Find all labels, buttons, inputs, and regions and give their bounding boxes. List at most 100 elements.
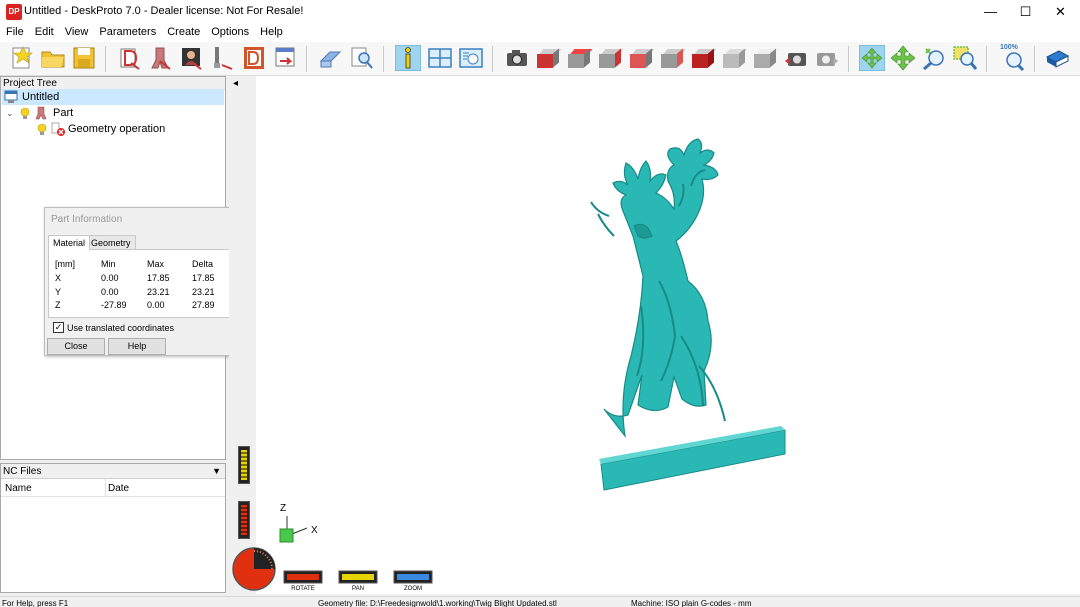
rotate-horizontal-wheel[interactable]: [283, 570, 323, 584]
wizard-icon[interactable]: [117, 45, 143, 71]
minimize-button[interactable]: —: [973, 0, 1008, 24]
view-iso2-cube-icon[interactable]: [754, 48, 779, 68]
eraser-icon[interactable]: [318, 45, 344, 71]
camera-view-icon[interactable]: [504, 45, 530, 71]
lightbulb-icon[interactable]: [37, 123, 47, 135]
tree-item-label: Untitled: [22, 91, 60, 103]
project-icon: [4, 90, 18, 103]
tree-item-geometry-operation[interactable]: Geometry operation: [2, 121, 224, 137]
zoom-control-label: ZOOM: [404, 586, 422, 592]
geometry-operation-error-icon: [51, 122, 65, 136]
previous-view-icon[interactable]: [783, 45, 809, 71]
new-project-icon[interactable]: [9, 45, 35, 71]
menu-create[interactable]: Create: [161, 24, 205, 38]
nc-files-dropdown-icon[interactable]: ▼: [212, 464, 221, 479]
table-cell: -27.89: [101, 300, 127, 310]
model-base: [599, 426, 786, 491]
zoom-fit-icon[interactable]: [1000, 45, 1026, 71]
window-title: Untitled - DeskProto 7.0 - Dealer licens…: [24, 5, 304, 17]
nc-files-column-headers: Name Date: [1, 479, 225, 497]
view-iso-cube-icon[interactable]: [723, 48, 748, 68]
status-machine: Machine: ISO plain G-codes - mm: [631, 599, 752, 607]
table-cell: 23.21: [192, 287, 215, 297]
close-window-button[interactable]: ✕: [1043, 0, 1078, 24]
table-cell: 27.89: [192, 300, 215, 310]
lightbulb-icon[interactable]: [20, 107, 30, 119]
rotate-dial[interactable]: [232, 547, 276, 591]
column-date[interactable]: Date: [108, 483, 129, 494]
tree-item-project[interactable]: Untitled: [2, 89, 224, 105]
toolbar: 100%: [0, 42, 1080, 76]
maximize-button[interactable]: ☐: [1008, 0, 1043, 24]
draft-operation-icon[interactable]: [241, 45, 267, 71]
column-header: Min: [101, 259, 116, 269]
bitmap-wizard-icon[interactable]: [179, 45, 205, 71]
split-view-icon[interactable]: [427, 45, 453, 71]
part-wizard-icon[interactable]: [148, 45, 174, 71]
zoom-window-icon[interactable]: [952, 45, 978, 71]
next-view-icon[interactable]: [814, 45, 840, 71]
open-folder-icon[interactable]: [40, 45, 66, 71]
column-header: Delta: [192, 259, 214, 269]
table-cell: Z: [55, 300, 61, 310]
menu-parameters[interactable]: Parameters: [93, 24, 161, 38]
title-bar: DP Untitled - DeskProto 7.0 - Dealer lic…: [0, 0, 1080, 24]
translated-coordinates-checkbox[interactable]: ✓: [53, 322, 64, 333]
column-header: [mm]: [55, 259, 75, 269]
part-information-dialog: Part Information Material Geometry [mm] …: [44, 207, 246, 356]
view-back-cube-icon[interactable]: [630, 48, 655, 68]
part-info-table: [mm] Min Max Delta X 0.00 17.85 17.85 Y …: [48, 249, 242, 318]
pan-horizontal-wheel[interactable]: [338, 570, 378, 584]
menu-view[interactable]: View: [59, 24, 94, 38]
close-button[interactable]: Close: [47, 338, 105, 355]
column-name[interactable]: Name: [5, 483, 32, 494]
nc-files-panel: NC Files ▼ Name Date: [0, 463, 226, 593]
table-cell: 0.00: [147, 300, 165, 310]
nc-files-header: NC Files ▼: [1, 464, 225, 479]
app-logo-icon: DP: [6, 4, 22, 20]
menu-edit[interactable]: Edit: [29, 24, 59, 38]
table-cell: 0.00: [101, 273, 119, 283]
view-left-cube-icon[interactable]: [661, 48, 686, 68]
table-cell: Y: [55, 287, 62, 297]
axis-z-label: Z: [280, 503, 286, 514]
nc-files-title: NC Files: [3, 466, 42, 477]
status-bar: For Help, press F1 Geometry file: D:\Fre…: [0, 596, 1080, 607]
viewport-scene: Z X ROTATE PAN ZOOM: [232, 138, 786, 592]
pan-tool-icon[interactable]: [890, 45, 916, 71]
column-header: Max: [147, 259, 165, 269]
tree-item-part[interactable]: ⌄ Part: [2, 105, 224, 121]
menu-bar: File Edit View Parameters Create Options Help: [0, 24, 1080, 42]
zoom-tool-icon[interactable]: [921, 45, 947, 71]
view-top-cube-icon[interactable]: [568, 48, 593, 68]
rotate-tool-icon[interactable]: [859, 45, 885, 71]
menu-file[interactable]: File: [0, 24, 29, 38]
help-button[interactable]: Help: [108, 338, 166, 355]
zoom-horizontal-wheel[interactable]: [393, 570, 433, 584]
export-icon[interactable]: [272, 45, 298, 71]
rotate-control-label: ROTATE: [291, 586, 314, 592]
part-icon: [35, 106, 47, 120]
save-icon[interactable]: [71, 45, 97, 71]
table-cell: 17.85: [147, 273, 170, 283]
toolpath-view-icon[interactable]: [458, 45, 484, 71]
view-front-cube-icon[interactable]: [537, 48, 562, 68]
view-bottom-cube-icon[interactable]: [692, 48, 717, 68]
pan-control-label: PAN: [352, 586, 364, 592]
tree-item-label: Part: [53, 107, 74, 119]
view-right-cube-icon[interactable]: [599, 48, 624, 68]
3d-model: [590, 138, 726, 439]
tab-geometry[interactable]: Geometry: [86, 235, 136, 250]
menu-help[interactable]: Help: [254, 24, 288, 38]
info-icon[interactable]: [395, 45, 421, 71]
tree-item-label: Geometry operation: [68, 123, 166, 135]
inspect-icon[interactable]: [349, 45, 375, 71]
tab-material[interactable]: Material: [48, 235, 91, 250]
help-book-icon[interactable]: [1044, 45, 1070, 71]
table-cell: 0.00: [101, 287, 119, 297]
cutter-icon[interactable]: [210, 45, 236, 71]
chevron-down-icon[interactable]: ⌄: [6, 105, 14, 121]
menu-options[interactable]: Options: [205, 24, 254, 38]
table-cell: 17.85: [192, 273, 215, 283]
dialog-title: Part Information: [51, 214, 123, 225]
